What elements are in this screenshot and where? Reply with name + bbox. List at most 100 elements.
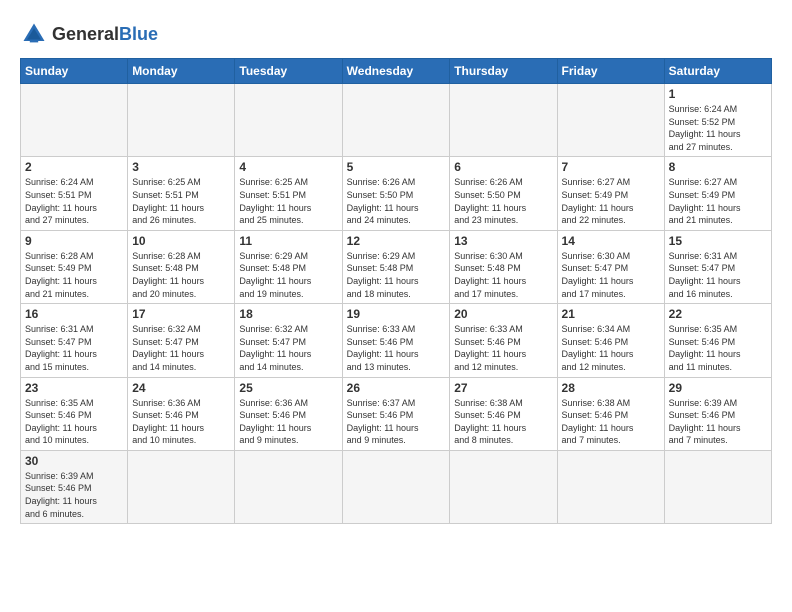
day-info: Sunrise: 6:36 AM Sunset: 5:46 PM Dayligh… <box>132 397 230 447</box>
calendar-cell: 14Sunrise: 6:30 AM Sunset: 5:47 PM Dayli… <box>557 230 664 303</box>
day-info: Sunrise: 6:38 AM Sunset: 5:46 PM Dayligh… <box>454 397 552 447</box>
calendar-cell <box>342 450 450 523</box>
calendar-cell: 26Sunrise: 6:37 AM Sunset: 5:46 PM Dayli… <box>342 377 450 450</box>
day-info: Sunrise: 6:32 AM Sunset: 5:47 PM Dayligh… <box>132 323 230 373</box>
calendar-cell: 8 Sunrise: 6:27 AM Sunset: 5:49 PM Daylig… <box>664 157 771 230</box>
calendar-cell: 10 Sunrise: 6:28 AM Sunset: 5:48 PM Dayli… <box>128 230 235 303</box>
day-number: 25 <box>239 381 337 395</box>
day-info: Sunrise: 6:36 AM Sunset: 5:46 PM Dayligh… <box>239 397 337 447</box>
day-number: 19 <box>347 307 446 321</box>
day-info: Sunrise: 6:35 AM Sunset: 5:46 PM Dayligh… <box>25 397 123 447</box>
day-number: 23 <box>25 381 123 395</box>
day-number: 5 <box>347 160 446 174</box>
day-number: 29 <box>669 381 767 395</box>
calendar-cell <box>21 84 128 157</box>
day-number: 7 <box>562 160 660 174</box>
calendar-cell: 21 Sunrise: 6:34 AM Sunset: 5:46 PM Dayli… <box>557 304 664 377</box>
day-info: Sunrise: 6:33 AM Sunset: 5:46 PM Dayligh… <box>347 323 446 373</box>
calendar-cell: 5Sunrise: 6:26 AM Sunset: 5:50 PM Daylig… <box>342 157 450 230</box>
calendar-cell <box>128 450 235 523</box>
day-number: 11 <box>239 234 337 248</box>
day-number: 30 <box>25 454 123 468</box>
calendar-cell: 4Sunrise: 6:25 AM Sunset: 5:51 PM Daylig… <box>235 157 342 230</box>
weekday-header-sunday: Sunday <box>21 59 128 84</box>
day-number: 9 <box>25 234 123 248</box>
day-info: Sunrise: 6:27 AM Sunset: 5:49 PM Dayligh… <box>562 176 660 226</box>
calendar-cell <box>450 450 557 523</box>
weekday-header-friday: Friday <box>557 59 664 84</box>
day-number: 15 <box>669 234 767 248</box>
calendar-cell: 1 Sunrise: 6:24 AM Sunset: 5:52 PM Daylig… <box>664 84 771 157</box>
day-info: Sunrise: 6:25 AM Sunset: 5:51 PM Dayligh… <box>132 176 230 226</box>
day-number: 17 <box>132 307 230 321</box>
day-number: 20 <box>454 307 552 321</box>
day-info: Sunrise: 6:34 AM Sunset: 5:46 PM Dayligh… <box>562 323 660 373</box>
calendar-cell: 24 Sunrise: 6:36 AM Sunset: 5:46 PM Dayli… <box>128 377 235 450</box>
weekday-header-tuesday: Tuesday <box>235 59 342 84</box>
day-info: Sunrise: 6:28 AM Sunset: 5:48 PM Dayligh… <box>132 250 230 300</box>
calendar-cell: 20 Sunrise: 6:33 AM Sunset: 5:46 PM Dayli… <box>450 304 557 377</box>
calendar-cell: 7 Sunrise: 6:27 AM Sunset: 5:49 PM Daylig… <box>557 157 664 230</box>
calendar-cell <box>450 84 557 157</box>
calendar-cell: 22 Sunrise: 6:35 AM Sunset: 5:46 PM Dayli… <box>664 304 771 377</box>
day-info: Sunrise: 6:24 AM Sunset: 5:51 PM Dayligh… <box>25 176 123 226</box>
calendar-cell: 6 Sunrise: 6:26 AM Sunset: 5:50 PM Daylig… <box>450 157 557 230</box>
weekday-header-thursday: Thursday <box>450 59 557 84</box>
calendar-cell: 3 Sunrise: 6:25 AM Sunset: 5:51 PM Daylig… <box>128 157 235 230</box>
day-number: 3 <box>132 160 230 174</box>
calendar-cell <box>342 84 450 157</box>
calendar-cell <box>664 450 771 523</box>
calendar-cell <box>557 84 664 157</box>
day-number: 12 <box>347 234 446 248</box>
logo: GeneralBlue <box>20 20 158 48</box>
calendar-cell: 18 Sunrise: 6:32 AM Sunset: 5:47 PM Dayli… <box>235 304 342 377</box>
day-info: Sunrise: 6:24 AM Sunset: 5:52 PM Dayligh… <box>669 103 767 153</box>
day-info: Sunrise: 6:39 AM Sunset: 5:46 PM Dayligh… <box>669 397 767 447</box>
day-number: 18 <box>239 307 337 321</box>
calendar-cell <box>235 450 342 523</box>
day-info: Sunrise: 6:30 AM Sunset: 5:47 PM Dayligh… <box>562 250 660 300</box>
weekday-header-wednesday: Wednesday <box>342 59 450 84</box>
logo-icon <box>20 20 48 48</box>
day-info: Sunrise: 6:28 AM Sunset: 5:49 PM Dayligh… <box>25 250 123 300</box>
day-number: 21 <box>562 307 660 321</box>
day-info: Sunrise: 6:32 AM Sunset: 5:47 PM Dayligh… <box>239 323 337 373</box>
logo-text: GeneralBlue <box>52 24 158 45</box>
calendar-cell: 12Sunrise: 6:29 AM Sunset: 5:48 PM Dayli… <box>342 230 450 303</box>
day-number: 28 <box>562 381 660 395</box>
day-number: 1 <box>669 87 767 101</box>
day-info: Sunrise: 6:31 AM Sunset: 5:47 PM Dayligh… <box>669 250 767 300</box>
calendar-cell: 2Sunrise: 6:24 AM Sunset: 5:51 PM Daylig… <box>21 157 128 230</box>
day-info: Sunrise: 6:31 AM Sunset: 5:47 PM Dayligh… <box>25 323 123 373</box>
day-info: Sunrise: 6:26 AM Sunset: 5:50 PM Dayligh… <box>454 176 552 226</box>
day-number: 26 <box>347 381 446 395</box>
day-info: Sunrise: 6:27 AM Sunset: 5:49 PM Dayligh… <box>669 176 767 226</box>
weekday-header-monday: Monday <box>128 59 235 84</box>
calendar-cell: 28Sunrise: 6:38 AM Sunset: 5:46 PM Dayli… <box>557 377 664 450</box>
calendar-cell: 19 Sunrise: 6:33 AM Sunset: 5:46 PM Dayli… <box>342 304 450 377</box>
calendar-cell: 15 Sunrise: 6:31 AM Sunset: 5:47 PM Dayli… <box>664 230 771 303</box>
calendar-cell: 27Sunrise: 6:38 AM Sunset: 5:46 PM Dayli… <box>450 377 557 450</box>
calendar-cell: 25 Sunrise: 6:36 AM Sunset: 5:46 PM Dayli… <box>235 377 342 450</box>
day-number: 8 <box>669 160 767 174</box>
page-header: GeneralBlue <box>20 20 772 48</box>
calendar-cell <box>557 450 664 523</box>
calendar-table: SundayMondayTuesdayWednesdayThursdayFrid… <box>20 58 772 524</box>
day-number: 4 <box>239 160 337 174</box>
calendar-cell: 30Sunrise: 6:39 AM Sunset: 5:46 PM Dayli… <box>21 450 128 523</box>
calendar-cell: 17 Sunrise: 6:32 AM Sunset: 5:47 PM Dayli… <box>128 304 235 377</box>
day-number: 22 <box>669 307 767 321</box>
calendar-cell <box>128 84 235 157</box>
calendar-cell: 23 Sunrise: 6:35 AM Sunset: 5:46 PM Dayli… <box>21 377 128 450</box>
day-info: Sunrise: 6:35 AM Sunset: 5:46 PM Dayligh… <box>669 323 767 373</box>
calendar-cell: 13Sunrise: 6:30 AM Sunset: 5:48 PM Dayli… <box>450 230 557 303</box>
day-number: 6 <box>454 160 552 174</box>
day-info: Sunrise: 6:29 AM Sunset: 5:48 PM Dayligh… <box>239 250 337 300</box>
day-info: Sunrise: 6:33 AM Sunset: 5:46 PM Dayligh… <box>454 323 552 373</box>
day-number: 10 <box>132 234 230 248</box>
calendar-cell: 29 Sunrise: 6:39 AM Sunset: 5:46 PM Dayli… <box>664 377 771 450</box>
calendar-cell <box>235 84 342 157</box>
day-number: 24 <box>132 381 230 395</box>
weekday-header-saturday: Saturday <box>664 59 771 84</box>
calendar-cell: 11 Sunrise: 6:29 AM Sunset: 5:48 PM Dayli… <box>235 230 342 303</box>
